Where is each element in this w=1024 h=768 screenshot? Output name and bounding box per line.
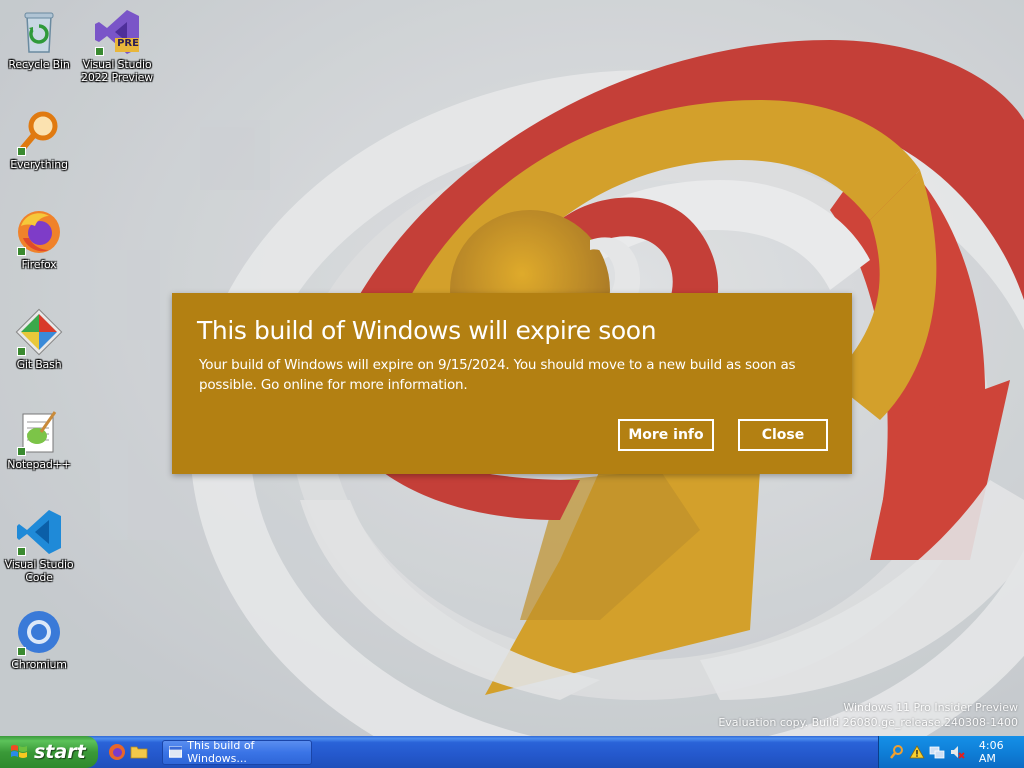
visual-studio-icon: PRE [93, 8, 141, 56]
start-button[interactable]: start [0, 736, 98, 768]
close-button[interactable]: Close [738, 419, 828, 451]
shortcut-arrow-icon [17, 147, 26, 156]
volume-muted-icon[interactable] [949, 744, 965, 760]
desktop-icon-visual-studio-preview[interactable]: PRE Visual Studio 2022 Preview [79, 8, 155, 84]
desktop-icon-label: Firefox [21, 258, 57, 271]
desktop-icon-label: Everything [10, 158, 68, 171]
watermark-edition: Windows 11 Pro Insider Preview [843, 701, 1018, 714]
shortcut-arrow-icon [17, 447, 26, 456]
desktop-icon-label: Visual Studio Code [4, 558, 74, 584]
desktop-icon-label: Visual Studio 2022 Preview [81, 58, 153, 84]
magnifier-icon [15, 108, 63, 156]
desktop-icon-firefox[interactable]: Firefox [1, 208, 77, 271]
shortcut-arrow-icon [17, 647, 26, 656]
clock[interactable]: 4:06 AM [979, 739, 1024, 765]
desktop-icon-label: Git Bash [16, 358, 62, 371]
shortcut-arrow-icon [17, 547, 26, 556]
desktop-icon-label: Chromium [11, 658, 67, 671]
desktop-icon-visual-studio-code[interactable]: Visual Studio Code [1, 508, 77, 584]
vscode-icon [15, 508, 63, 556]
firefox-icon[interactable] [108, 743, 126, 761]
recycle-bin-icon [15, 8, 63, 56]
desktop-icon-notepad-plus-plus[interactable]: Notepad++ [1, 408, 77, 471]
taskbar-window-label: This build of Windows... [187, 739, 255, 765]
toast-title: This build of Windows will expire soon [197, 316, 657, 345]
windows-flag-icon [11, 745, 27, 758]
more-info-button[interactable]: More info [618, 419, 714, 451]
chromium-icon [15, 608, 63, 656]
notepad-plus-plus-icon [15, 408, 63, 456]
desktop-icon-recycle-bin[interactable]: Recycle Bin [1, 8, 77, 71]
shortcut-arrow-icon [95, 47, 104, 56]
window-app-icon [169, 746, 183, 758]
shortcut-arrow-icon [17, 347, 26, 356]
pre-badge-text: PRE [117, 38, 139, 49]
desktop-icon-label: Recycle Bin [8, 58, 70, 71]
desktop: Recycle Bin PRE Visual Studio 2022 Previ… [0, 0, 1024, 736]
warning-icon[interactable] [909, 744, 925, 760]
folder-icon[interactable] [130, 743, 148, 761]
windows-watermark: Windows 11 Pro Insider Preview Evaluatio… [718, 700, 1018, 730]
firefox-icon [15, 208, 63, 256]
taskbar: start This build of Windows... 4:06 AM [0, 736, 1024, 768]
git-bash-icon [15, 308, 63, 356]
quick-launch [108, 736, 148, 768]
expiration-toast: This build of Windows will expire soon Y… [172, 293, 852, 474]
taskbar-window-button[interactable]: This build of Windows... [162, 739, 312, 765]
search-icon[interactable] [889, 744, 905, 760]
desktop-icon-chromium[interactable]: Chromium [1, 608, 77, 671]
desktop-icon-everything[interactable]: Everything [1, 108, 77, 171]
start-label: start [34, 741, 86, 763]
desktop-icon-label: Notepad++ [7, 458, 71, 471]
desktop-icon-git-bash[interactable]: Git Bash [1, 308, 77, 371]
shortcut-arrow-icon [17, 247, 26, 256]
watermark-build: Evaluation copy. Build 26080.ge_release.… [718, 716, 1018, 729]
network-icon[interactable] [929, 744, 945, 760]
toast-body: Your build of Windows will expire on 9/1… [199, 357, 796, 393]
system-tray: 4:06 AM [878, 736, 1024, 768]
